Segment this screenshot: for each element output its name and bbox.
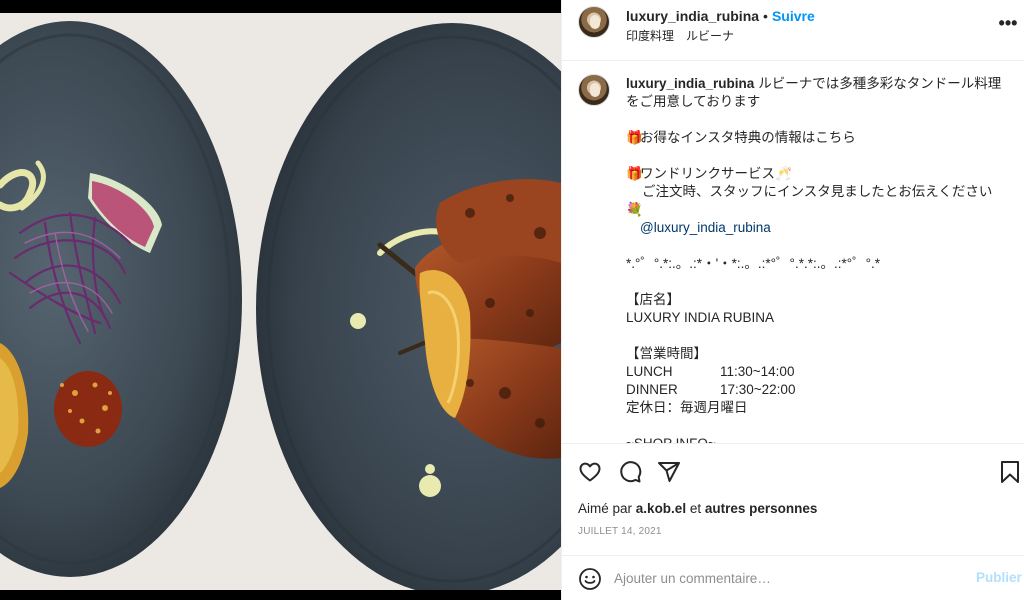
caption-avatar[interactable] xyxy=(578,74,610,106)
cheers-icon: 🥂 xyxy=(775,166,792,181)
avatar[interactable] xyxy=(578,6,610,38)
more-icon[interactable]: ••• xyxy=(998,12,1018,34)
caption-benefits: お得なインスタ特典の情報はこちら xyxy=(640,130,856,145)
caption-shop-info: ~SHOP INFO~ xyxy=(626,435,1008,443)
author-username[interactable]: luxury_india_rubina xyxy=(626,8,759,24)
post-photo xyxy=(0,13,561,590)
caption-dinner-row: DINNER 17:30~22:00 xyxy=(626,381,1008,399)
comments-section[interactable]: luxury_india_rubina ルビーナでは多種多彩なタンドール料理をご用… xyxy=(562,62,1024,443)
like-icon[interactable] xyxy=(578,460,602,484)
lunch-time: 11:30~14:00 xyxy=(720,364,795,379)
post-media[interactable] xyxy=(0,0,561,600)
caption-shop-name-heading: 【店名】 xyxy=(626,292,680,307)
author-line: luxury_india_rubina • Suivre xyxy=(626,7,815,25)
separator: • xyxy=(763,8,768,24)
add-comment-bar: Publier xyxy=(562,555,1024,600)
post-panel: luxury_india_rubina • Suivre 印度料理 ルビーナ •••… xyxy=(561,0,1024,600)
dinner-time: 17:30~22:00 xyxy=(720,382,796,397)
caption-username[interactable]: luxury_india_rubina xyxy=(626,76,754,91)
bouquet-icon: 💐 xyxy=(626,202,643,217)
likes-middle: et xyxy=(689,501,702,516)
gift-icon: 🎁 xyxy=(626,166,643,181)
caption-mention-link[interactable]: @luxury_india_rubina xyxy=(626,219,1008,237)
post-date[interactable]: JUILLET 14, 2021 xyxy=(578,526,662,537)
caption-divider: *.°゜°.*:.。.:*・'・*:.。.:*°゜°.*.*:.。.:*°゜°.… xyxy=(626,256,881,271)
gift-icon: 🎁 xyxy=(626,130,643,145)
caption-closed-day: 定休日：毎週月曜日 xyxy=(626,400,748,415)
caption-lunch-row: LUNCH 11:30~14:00 xyxy=(626,363,1008,381)
post-location[interactable]: 印度料理 ルビーナ xyxy=(626,27,734,44)
post-header: luxury_india_rubina • Suivre 印度料理 ルビーナ ••• xyxy=(562,0,1024,61)
post-actions: Aimé par a.kob.el et autres personnes JU… xyxy=(562,443,1024,555)
liked-by-user-link[interactable]: a.kob.el xyxy=(636,501,686,516)
lunch-label: LUNCH xyxy=(626,364,673,379)
comment-icon[interactable] xyxy=(618,460,642,484)
save-icon[interactable] xyxy=(1000,460,1020,484)
share-icon[interactable] xyxy=(657,460,681,484)
caption-hours-heading: 【営業時間】 xyxy=(626,346,707,361)
comment-input[interactable] xyxy=(614,568,954,588)
caption-shop-name: LUXURY INDIA RUBINA xyxy=(626,310,775,325)
caption-one-drink: ワンドリンクサービス xyxy=(640,166,775,181)
publish-button[interactable]: Publier xyxy=(976,570,1022,585)
liked-by-others-link[interactable]: autres personnes xyxy=(705,501,818,516)
dinner-label: DINNER xyxy=(626,382,678,397)
emoji-picker-icon[interactable] xyxy=(578,567,602,591)
post-caption: luxury_india_rubina ルビーナでは多種多彩なタンドール料理をご用… xyxy=(626,75,1008,443)
likes-summary: Aimé par a.kob.el et autres personnes xyxy=(578,501,817,516)
likes-prefix: Aimé par xyxy=(578,501,633,516)
follow-button[interactable]: Suivre xyxy=(772,8,815,24)
caption-instruction: ご注文時、スタッフにインスタ見ましたとお伝えください xyxy=(642,184,993,199)
